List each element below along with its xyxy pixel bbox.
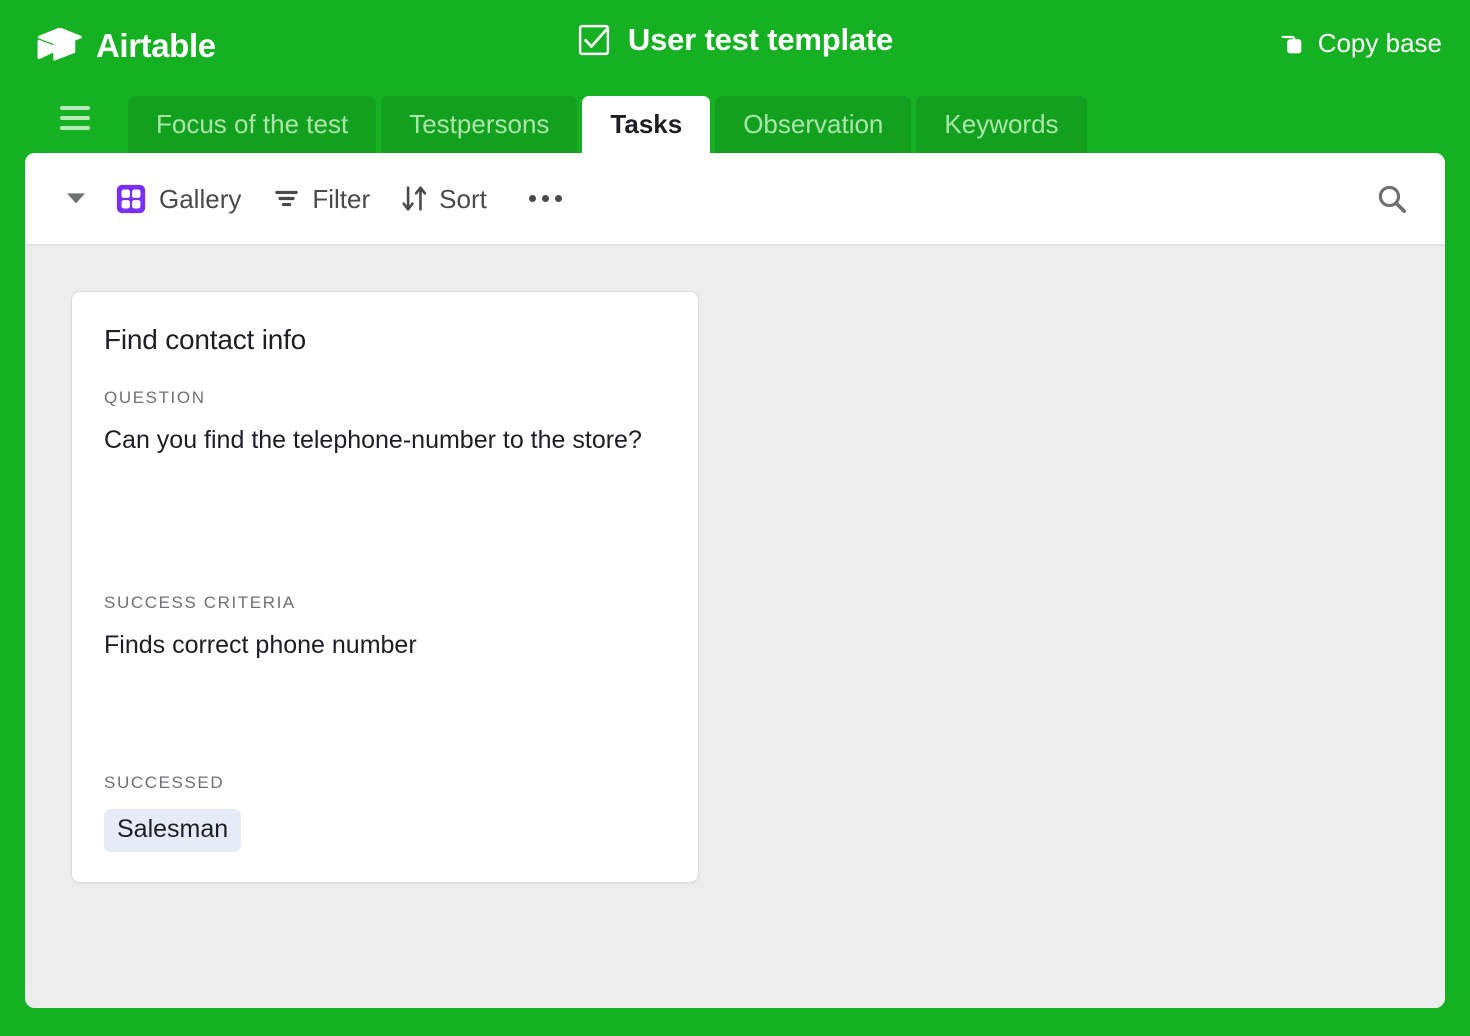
table-tabs: Focus of the test Testpersons Tasks Obse… (128, 96, 1087, 153)
copy-icon (1279, 31, 1305, 57)
hamburger-menu-icon[interactable] (46, 96, 104, 153)
filter-button[interactable]: Filter (273, 185, 370, 212)
document-title: User test template (0, 22, 1470, 58)
gallery-grid: Find contact info QUESTION Can you find … (25, 246, 1445, 1008)
brand-name: Airtable (96, 27, 216, 65)
view-selector-gallery[interactable]: Gallery (115, 183, 241, 215)
top-header-bar: Airtable User test template Copy base (0, 0, 1470, 96)
field-label: QUESTION (104, 388, 666, 408)
sort-label: Sort (439, 186, 487, 212)
tag-list: Salesman (104, 809, 666, 852)
view-toolbar: Gallery Filter (25, 153, 1445, 246)
field-label: SUCCESS CRITERIA (104, 593, 666, 613)
tab-tasks[interactable]: Tasks (582, 96, 710, 153)
airtable-logo-icon (36, 26, 82, 66)
copy-base-label: Copy base (1318, 28, 1442, 59)
tab-testpersons[interactable]: Testpersons (381, 96, 577, 153)
ellipsis-dot (542, 195, 549, 202)
airtable-app-window: Airtable User test template Copy base (0, 0, 1470, 1036)
chevron-down-icon[interactable] (63, 186, 89, 212)
field-success-criteria: SUCCESS CRITERIA Finds correct phone num… (104, 593, 666, 773)
search-icon[interactable] (1375, 182, 1409, 216)
hamburger-bar (60, 116, 90, 120)
ellipsis-dot (555, 195, 562, 202)
card-title: Find contact info (104, 324, 666, 356)
content-panel: Gallery Filter (25, 153, 1445, 1008)
filter-icon (273, 185, 300, 212)
tab-observation[interactable]: Observation (715, 96, 911, 153)
tab-keywords[interactable]: Keywords (916, 96, 1086, 153)
gallery-view-icon (115, 183, 147, 215)
copy-base-button[interactable]: Copy base (1279, 28, 1442, 59)
tab-focus-of-the-test[interactable]: Focus of the test (128, 96, 376, 153)
page-title: User test template (628, 22, 893, 58)
sort-icon (402, 185, 427, 212)
view-name-label: Gallery (159, 186, 241, 212)
field-label: SUCCESSED (104, 773, 666, 793)
field-value[interactable]: Finds correct phone number (104, 629, 666, 662)
field-successed: SUCCESSED Salesman (104, 773, 666, 852)
filter-label: Filter (312, 186, 370, 212)
brand[interactable]: Airtable (36, 26, 216, 66)
ellipsis-dot (529, 195, 536, 202)
sort-button[interactable]: Sort (402, 185, 487, 212)
hamburger-bar (60, 126, 90, 130)
tab-strip: Focus of the test Testpersons Tasks Obse… (0, 96, 1470, 153)
gallery-card[interactable]: Find contact info QUESTION Can you find … (71, 291, 699, 883)
status-badge[interactable]: Salesman (104, 809, 241, 852)
ellipsis-icon[interactable] (523, 187, 568, 210)
hamburger-bar (60, 106, 90, 110)
checkbox-checked-icon (577, 23, 611, 57)
field-value[interactable]: Can you find the telephone-number to the… (104, 424, 666, 457)
field-question: QUESTION Can you find the telephone-numb… (104, 388, 666, 593)
